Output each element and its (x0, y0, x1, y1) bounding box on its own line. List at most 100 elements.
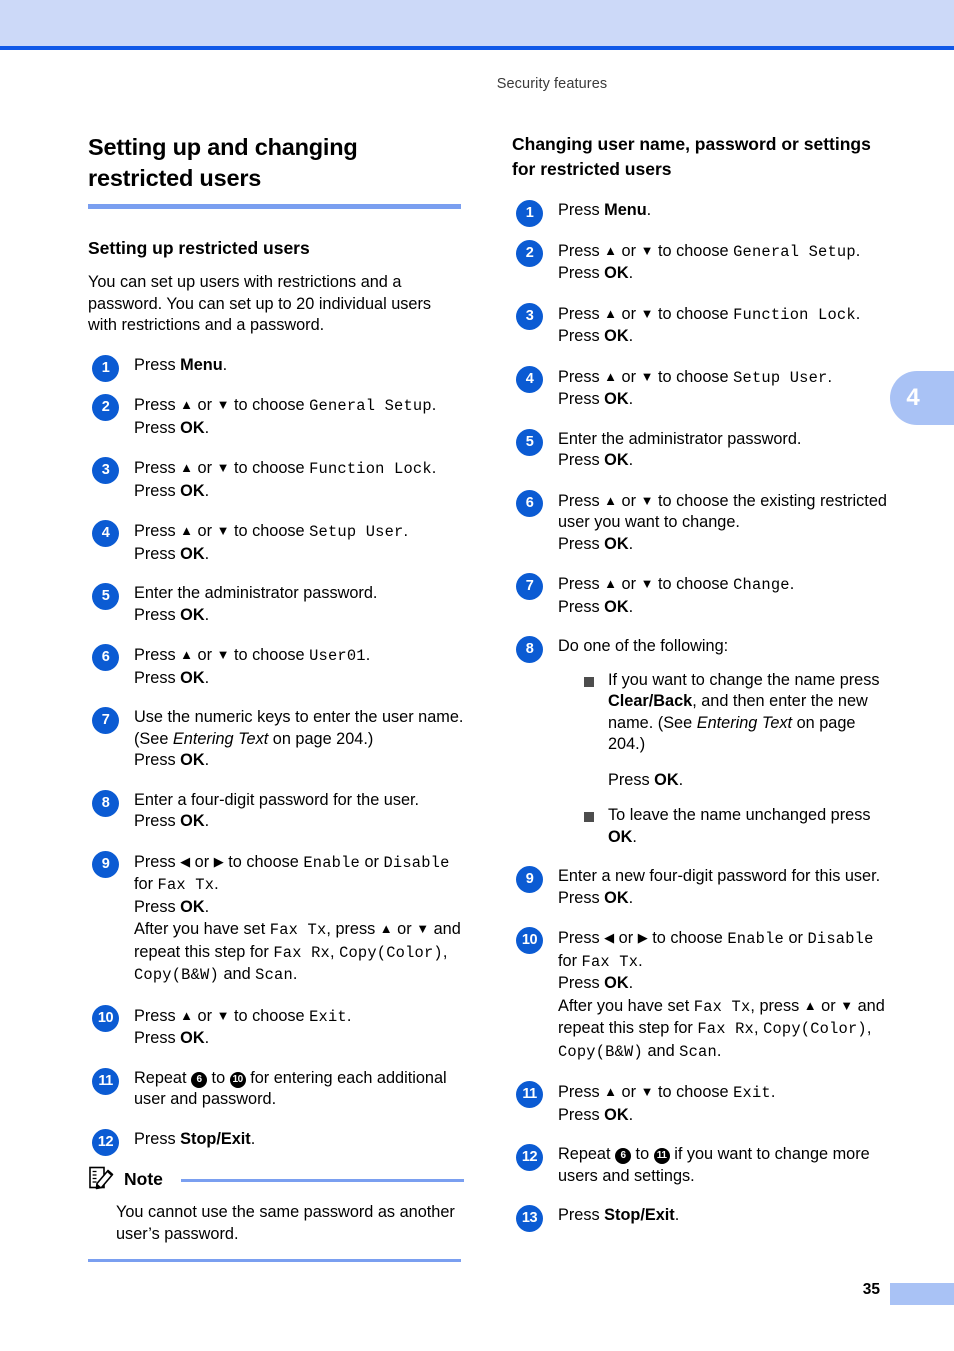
bold-key-label: OK (180, 605, 205, 624)
direction-arrow-icon: ▼ (216, 647, 230, 662)
numbered-step: 12 Repeat 6 to 11 if you want to change m… (512, 1144, 888, 1187)
step-text: Enter the administrator password. (134, 584, 378, 602)
lcd-menu-text: Fax Tx (157, 876, 215, 894)
running-head: Security features (0, 76, 954, 92)
step-text: Enter a four-digit password for the user… (134, 790, 420, 809)
bold-key-label: OK (180, 751, 205, 769)
note-box: Note You cannot use the same password as… (88, 1166, 464, 1262)
numbered-step: 4 Press ▲ or ▼ to choose Setup User. Press… (512, 365, 888, 411)
option-list-item: If you want to change the name press Cle… (584, 670, 888, 756)
note-header: Note (88, 1166, 464, 1192)
direction-arrow-icon: ▼ (840, 997, 854, 1013)
step-text: Press (558, 575, 605, 593)
step-text: Press (558, 367, 605, 386)
lcd-menu-text: Copy(B&W) (134, 966, 219, 984)
direction-arrow-icon: ▼ (640, 242, 654, 258)
step-text: for (134, 875, 158, 893)
page-footer: 35 (0, 1281, 954, 1307)
numbered-step: 2 Press ▲ or ▼ to choose General Setup. Pr… (88, 394, 464, 439)
step-text: to choose (229, 522, 310, 540)
step-number-badge: 7 (92, 707, 119, 734)
step-number-badge: 2 (516, 239, 543, 267)
direction-arrow-icon: ▼ (216, 397, 230, 412)
square-bullet-icon (584, 676, 594, 687)
step-number-badge: 4 (92, 520, 119, 547)
step-text: . (628, 451, 634, 469)
page-number: 35 (862, 1281, 880, 1298)
step-text: or (193, 646, 217, 664)
note-label: Note (124, 1169, 163, 1189)
step-text: Press (558, 327, 605, 345)
running-head-text: Security features (496, 76, 608, 92)
step-text: Press (558, 491, 605, 510)
direction-arrow-icon: ▲ (803, 997, 817, 1013)
bold-key-label: OK (604, 597, 629, 616)
step-body: Do one of the following: (558, 637, 728, 655)
step-text: and (642, 1041, 680, 1060)
step-text: After you have set (134, 920, 270, 938)
step-text: Press (134, 751, 181, 769)
step-text: . (292, 965, 298, 983)
numbered-step: 12 Press Stop/Exit. (88, 1128, 464, 1156)
step-text: or (193, 459, 217, 477)
direction-arrow-icon: ▲ (180, 647, 194, 662)
step-body: Press ▲ or ▼ to choose Setup User. Press … (134, 522, 408, 563)
step-body: Press Menu. (134, 356, 227, 374)
step-text: , press (326, 920, 380, 938)
step-text: Enter the administrator password. (558, 429, 802, 448)
step-reference-badge: 10 (229, 1071, 246, 1088)
bold-key-label: Stop/Exit (180, 1129, 251, 1148)
step-text: to choose (653, 241, 734, 260)
numbered-step: 7 Press ▲ or ▼ to choose Change. Press OK. (512, 573, 888, 618)
lcd-menu-text: Fax Tx (581, 952, 639, 971)
step-text: , (442, 942, 448, 961)
step-text: Press (558, 304, 605, 323)
cross-reference-title: Entering Text (172, 729, 269, 748)
numbered-step: 10 Press ▲ or ▼ to choose Exit. Press OK. (88, 1004, 464, 1050)
numbered-step: 1 Press Menu. (88, 354, 464, 382)
page-top-rule (0, 46, 954, 50)
step-number-badge: 6 (516, 489, 543, 517)
step-body: Press ▲ or ▼ to choose Function Lock. Pre… (558, 305, 860, 346)
step-body: Press ▲ or ▼ to choose the existing rest… (558, 492, 887, 553)
step-text: . (431, 396, 437, 414)
direction-arrow-icon: ▲ (604, 242, 618, 258)
step-number-badge: 3 (92, 457, 119, 484)
bold-key-label: OK (180, 668, 205, 687)
step-text: , press (750, 996, 804, 1015)
step-text: or (614, 929, 638, 947)
step-text: Press (558, 974, 605, 992)
direction-arrow-icon: ▲ (180, 397, 194, 412)
lcd-menu-text: General Setup (309, 397, 432, 415)
numbered-step: 5 Enter the administrator password. Press … (88, 583, 464, 626)
lcd-menu-text: Fax Tx (693, 997, 751, 1016)
step-text: to choose (647, 929, 728, 947)
lcd-menu-text: Function Lock (733, 305, 856, 324)
numbered-step: 5 Enter the administrator password. Press … (512, 428, 888, 472)
step-reference-badge: 6 (191, 1071, 208, 1088)
step-text: to choose (653, 1083, 734, 1101)
direction-arrow-icon: ▼ (640, 576, 654, 591)
step-text: . (632, 827, 637, 846)
subsection-title-changing-user: Changing user name, password or settings… (512, 134, 871, 179)
step-text: to (631, 1145, 654, 1163)
left-column: Setting up and changing restricted users… (88, 132, 464, 1262)
step-text: and (218, 965, 256, 983)
step-text: . (789, 575, 795, 593)
step-body: Repeat 6 to 10 for entering each additio… (134, 1069, 447, 1109)
step-text: to choose (229, 396, 310, 414)
step-number-badge: 8 (516, 636, 543, 663)
step-text: Press (558, 1206, 605, 1224)
step-text: Press (558, 241, 605, 260)
note-bottom-divider (88, 1259, 461, 1262)
step-number-badge: 11 (516, 1081, 543, 1108)
step-text: Press (134, 812, 181, 830)
subsection-title-setting-up: Setting up restricted users (88, 238, 310, 258)
step-text: or (783, 929, 808, 947)
step-text: Press (558, 451, 605, 469)
step-text: , (330, 942, 340, 961)
step-text: or (617, 304, 641, 323)
step-text: . (365, 646, 371, 664)
numbered-step: 7 Use the numeric keys to enter the user … (88, 707, 464, 772)
direction-arrow-icon: ▼ (640, 305, 654, 321)
